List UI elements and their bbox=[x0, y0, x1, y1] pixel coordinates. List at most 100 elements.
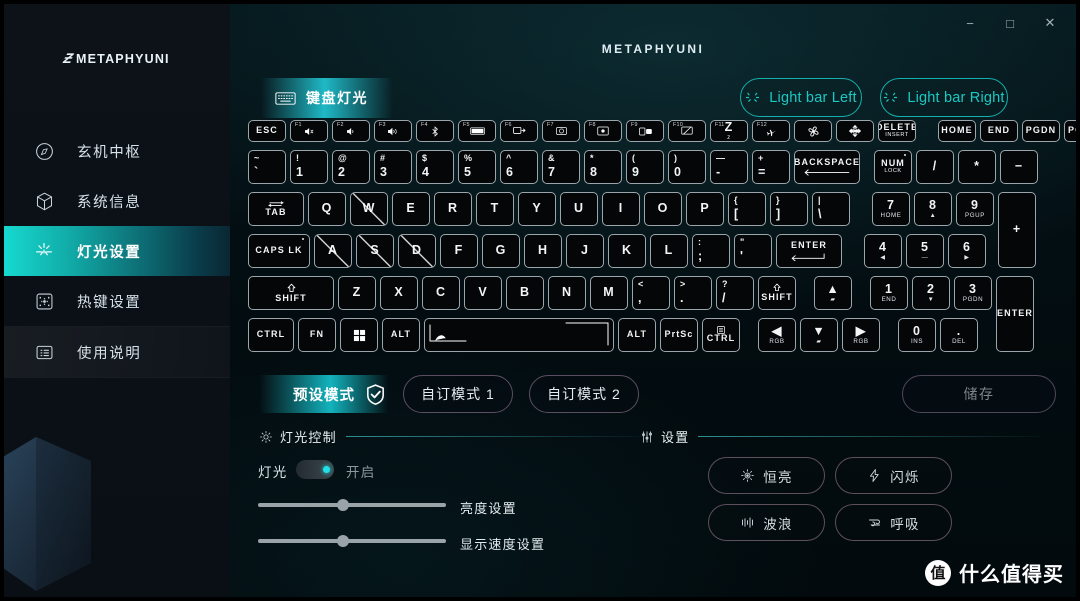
key-0[interactable]: ) 0 bbox=[668, 150, 706, 184]
key-esc[interactable]: ESC bbox=[248, 120, 286, 142]
maximize-button[interactable]: □ bbox=[992, 10, 1028, 36]
key-screen-off[interactable]: F10 bbox=[668, 120, 706, 142]
key-z[interactable]: F11 Zz bbox=[710, 120, 748, 142]
key-shift[interactable]: SHIFT bbox=[248, 276, 334, 310]
key-z[interactable]: Z bbox=[338, 276, 376, 310]
key-y[interactable]: Y bbox=[518, 192, 556, 226]
key-mute[interactable]: F1 bbox=[290, 120, 328, 142]
key-e[interactable]: E bbox=[392, 192, 430, 226]
key-[interactable]: ◀ RGB bbox=[758, 318, 796, 352]
slider-thumb[interactable] bbox=[336, 535, 349, 547]
key-keyboard-bl[interactable]: F5 bbox=[458, 120, 496, 142]
key-ctrl[interactable]: CTRL bbox=[248, 318, 294, 352]
key-[interactable]: <, bbox=[632, 276, 670, 310]
key-6[interactable]: 6 ▶ bbox=[948, 234, 986, 268]
key-j[interactable]: J bbox=[566, 234, 604, 268]
key-[interactable]: ▼ ▰ bbox=[800, 318, 838, 352]
key-num[interactable]: NUM LOCK bbox=[874, 150, 912, 184]
key-enter[interactable]: ENTER bbox=[996, 276, 1034, 352]
key-pgup[interactable]: PGUP bbox=[1064, 120, 1076, 142]
key-d[interactable]: D bbox=[398, 234, 436, 268]
speed-slider[interactable] bbox=[258, 534, 446, 548]
key-u[interactable]: U bbox=[560, 192, 598, 226]
key-shift[interactable]: SHIFT bbox=[758, 276, 796, 310]
key-ctrl[interactable]: CTRL bbox=[702, 318, 740, 352]
key-tab[interactable]: TAB bbox=[248, 192, 304, 226]
key-n[interactable]: N bbox=[548, 276, 586, 310]
key-i[interactable]: I bbox=[602, 192, 640, 226]
mode-custom2-button[interactable]: 自订模式 2 bbox=[529, 375, 639, 413]
sidebar-item-instructions[interactable]: 使用说明 bbox=[4, 327, 230, 377]
key-pgdn[interactable]: PGDN bbox=[1022, 120, 1060, 142]
key-windows[interactable] bbox=[340, 318, 378, 352]
brightness-slider[interactable] bbox=[258, 498, 446, 512]
key-9[interactable]: 9 PGUP bbox=[956, 192, 994, 226]
key-[interactable]: :; bbox=[692, 234, 730, 268]
effect-flash-button[interactable]: 闪烁 bbox=[835, 457, 952, 494]
key-[interactable]: * bbox=[958, 150, 996, 184]
key-display-out[interactable]: F6 bbox=[500, 120, 538, 142]
key-bluetooth[interactable]: F4 bbox=[416, 120, 454, 142]
key-8[interactable]: * 8 bbox=[584, 150, 622, 184]
key-[interactable]: ? / bbox=[716, 276, 754, 310]
key-delete[interactable]: DELETE INSERT bbox=[878, 120, 916, 142]
key-[interactable]: + bbox=[998, 192, 1036, 268]
key-alt[interactable]: ALT bbox=[618, 318, 656, 352]
key-w[interactable]: W bbox=[350, 192, 388, 226]
key-1[interactable]: 1 END bbox=[870, 276, 908, 310]
key-[interactable]: >. bbox=[674, 276, 712, 310]
key-k[interactable]: K bbox=[608, 234, 646, 268]
key-3[interactable]: 3 PGDN bbox=[954, 276, 992, 310]
key-fn[interactable]: FN bbox=[298, 318, 336, 352]
key-q[interactable]: Q bbox=[308, 192, 346, 226]
key-turbo[interactable]: TURBO bbox=[836, 120, 874, 142]
key-b[interactable]: B bbox=[506, 276, 544, 310]
key-[interactable]: — - bbox=[710, 150, 748, 184]
light-toggle-switch[interactable] bbox=[296, 460, 334, 479]
key-h[interactable]: H bbox=[524, 234, 562, 268]
key-end[interactable]: END bbox=[980, 120, 1018, 142]
key-space[interactable] bbox=[424, 318, 614, 352]
key-l[interactable]: L bbox=[650, 234, 688, 268]
key-vol-down[interactable]: F2 bbox=[332, 120, 370, 142]
key-[interactable]: ▲ ▰ bbox=[814, 276, 852, 310]
key-p[interactable]: P bbox=[686, 192, 724, 226]
key-a[interactable]: A bbox=[314, 234, 352, 268]
key-[interactable]: " ' bbox=[734, 234, 772, 268]
key-[interactable]: / bbox=[916, 150, 954, 184]
key-6[interactable]: ^ 6 bbox=[500, 150, 538, 184]
key-2[interactable]: @2 bbox=[332, 150, 370, 184]
sidebar-item-dashboard[interactable]: 玄机中枢 bbox=[4, 126, 230, 176]
key-7[interactable]: & 7 bbox=[542, 150, 580, 184]
key-enter[interactable]: ENTER bbox=[776, 234, 842, 268]
keyboard-map[interactable]: ESC F1 F2 F3 F4 F5 F6 F7 F8 F9 F10 F11 Zz F12 TURBO DEL… bbox=[248, 120, 1076, 360]
key-[interactable]: − bbox=[1000, 150, 1038, 184]
key-camera-off[interactable]: F7 bbox=[542, 120, 580, 142]
key-5[interactable]: % 5 bbox=[458, 150, 496, 184]
key-[interactable]: }] bbox=[770, 192, 808, 226]
close-button[interactable]: ✕ bbox=[1032, 10, 1068, 36]
sidebar-item-hotkey-settings[interactable]: 热键设置 bbox=[4, 276, 230, 326]
key-prtsc[interactable]: PrtSc bbox=[660, 318, 698, 352]
light-bar-left-button[interactable]: Light bar Left bbox=[740, 78, 862, 117]
key-4[interactable]: 4 ◀ bbox=[864, 234, 902, 268]
key-5[interactable]: 5— bbox=[906, 234, 944, 268]
key-4[interactable]: $4 bbox=[416, 150, 454, 184]
save-button[interactable]: 储存 bbox=[902, 375, 1056, 413]
key-9[interactable]: (9 bbox=[626, 150, 664, 184]
key-home[interactable]: HOME bbox=[938, 120, 976, 142]
key-alt[interactable]: ALT bbox=[382, 318, 420, 352]
key-s[interactable]: S bbox=[356, 234, 394, 268]
key-m[interactable]: M bbox=[590, 276, 628, 310]
key-touchpad[interactable]: F8 bbox=[584, 120, 622, 142]
key-x[interactable]: X bbox=[380, 276, 418, 310]
key-v[interactable]: V bbox=[464, 276, 502, 310]
key-caps-lk[interactable]: CAPS LK bbox=[248, 234, 310, 268]
effect-breathe-button[interactable]: 呼吸 bbox=[835, 504, 952, 541]
key-1[interactable]: ! 1 bbox=[290, 150, 328, 184]
effect-wave-button[interactable]: 波浪 bbox=[708, 504, 825, 541]
key-[interactable]: . DEL bbox=[940, 318, 978, 352]
sidebar-item-light-settings[interactable]: 灯光设置 bbox=[4, 226, 230, 276]
light-bar-right-button[interactable]: Light bar Right bbox=[880, 78, 1008, 117]
key-[interactable]: ▶ RGB bbox=[842, 318, 880, 352]
